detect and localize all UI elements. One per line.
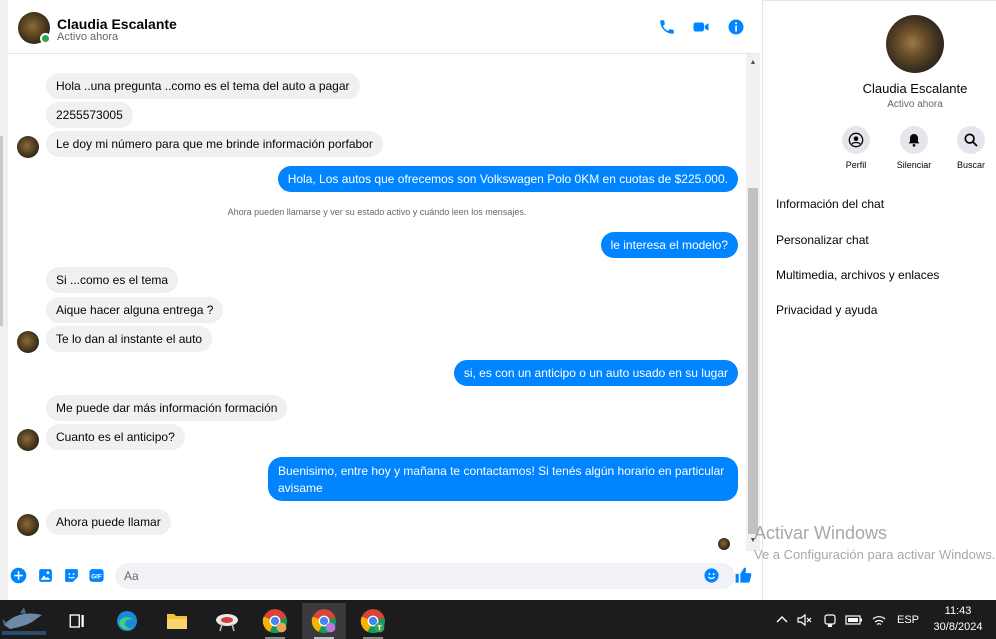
language-indicator[interactable]: ESP (894, 600, 922, 639)
file-explorer-icon[interactable] (155, 603, 199, 639)
bell-icon (908, 134, 920, 147)
message-incoming[interactable]: Hola ..una pregunta ..como es el tema de… (46, 73, 360, 99)
scrollbar-thumb[interactable] (748, 188, 758, 534)
message-outgoing[interactable]: Buenisimo, entre hoy y mañana te contact… (268, 457, 738, 501)
panel-top-border (763, 0, 996, 4)
edge-marker (0, 136, 3, 326)
chrome-profile-t-icon[interactable] (351, 603, 395, 639)
contact-status: Activo ahora (57, 31, 119, 43)
message-incoming[interactable]: 2255573005 (46, 102, 133, 128)
wifi-icon[interactable] (869, 600, 889, 639)
image-icon[interactable] (37, 567, 54, 584)
message-incoming[interactable]: Te lo dan al instante el auto (46, 326, 213, 352)
emoji-icon[interactable] (703, 567, 720, 584)
profile-action-label: Perfil (845, 160, 867, 170)
chrome-icon[interactable] (253, 603, 297, 639)
activation-watermark-subtitle: Ve a Configuración para activar Windows. (754, 547, 996, 562)
scroll-up-arrow-icon[interactable]: ▲ (746, 56, 760, 70)
panel-contact-name: Claudia Escalante (862, 81, 968, 96)
app-icon[interactable] (205, 603, 249, 639)
message-incoming[interactable]: Cuanto es el anticipo? (46, 424, 185, 450)
gif-label: GIF (91, 573, 102, 580)
edge-icon[interactable] (105, 603, 149, 639)
contact-large-avatar[interactable] (886, 15, 944, 73)
plus-icon[interactable] (10, 567, 27, 584)
window-left-edge (0, 0, 8, 600)
menu-privacy-help[interactable]: Privacidad y ayuda (776, 303, 877, 317)
profile-action[interactable]: Perfil (836, 126, 876, 170)
message-incoming[interactable]: Aique hacer alguna entrega ? (46, 297, 224, 323)
message-incoming[interactable]: Si ...como es el tema (46, 267, 179, 293)
like-icon[interactable] (734, 566, 753, 585)
gif-icon[interactable]: GIF (88, 567, 105, 584)
contact-mini-avatar (17, 514, 39, 536)
volume-muted-icon[interactable] (795, 600, 815, 639)
video-icon[interactable] (692, 18, 710, 36)
panel-contact-status: Activo ahora (887, 99, 943, 110)
menu-chat-info[interactable]: Información del chat (776, 197, 884, 211)
menu-customize-chat[interactable]: Personalizar chat (776, 233, 869, 247)
meet-now-icon[interactable] (820, 600, 840, 639)
chrome-profile-icon[interactable] (302, 603, 346, 639)
online-indicator (40, 33, 51, 44)
battery-icon[interactable] (844, 600, 864, 639)
message-outgoing[interactable]: Hola, Los autos que ofrecemos son Volksw… (277, 166, 738, 192)
shark-wallpaper-icon[interactable] (0, 600, 48, 639)
mute-action-label: Silenciar (896, 160, 932, 170)
message-outgoing[interactable]: si, es con un anticipo o un auto usado e… (453, 360, 738, 386)
search-action[interactable]: Buscar (951, 126, 991, 170)
message-incoming[interactable]: Me puede dar más información formación (46, 395, 288, 421)
message-list: Hola ..una pregunta ..como es el tema de… (8, 54, 746, 557)
conversation-details-panel: Claudia Escalante Activo ahora Perfil Si… (762, 0, 996, 600)
chat-header: Claudia Escalante Activo ahora (8, 0, 760, 54)
menu-media-files-links[interactable]: Multimedia, archivos y enlaces (776, 268, 939, 282)
system-notice: Ahora pueden llamarse y ver su estado ac… (227, 207, 527, 217)
messages-scrollbar[interactable]: ▲ ▼ (746, 54, 760, 551)
contact-mini-avatar (17, 136, 39, 158)
info-icon[interactable] (727, 18, 745, 36)
mute-action[interactable]: Silenciar (894, 126, 934, 170)
profile-icon (848, 132, 864, 148)
seen-receipt-avatar (718, 538, 730, 550)
search-action-label: Buscar (956, 160, 985, 170)
message-outgoing[interactable]: le interesa el modelo? (600, 232, 738, 258)
clock-time: 11:43 (944, 605, 972, 617)
search-icon (964, 133, 978, 147)
contact-mini-avatar (17, 331, 39, 353)
tray-overflow-chevron-icon[interactable] (772, 600, 792, 639)
taskbar-clock[interactable]: 11:43 30/8/2024 (928, 603, 988, 635)
contact-name[interactable]: Claudia Escalante (57, 16, 177, 32)
message-input[interactable] (115, 563, 735, 589)
message-incoming[interactable]: Le doy mi número para que me brinde info… (46, 131, 383, 157)
contact-mini-avatar (17, 429, 39, 451)
clock-date: 30/8/2024 (933, 621, 983, 633)
windows-taskbar: ESP 11:43 30/8/2024 (0, 600, 996, 639)
sticker-icon[interactable] (63, 567, 80, 584)
activation-watermark-title: Activar Windows (754, 523, 888, 543)
message-composer: GIF (8, 557, 760, 597)
phone-icon[interactable] (658, 18, 676, 36)
task-view-icon[interactable] (55, 603, 99, 639)
message-incoming[interactable]: Ahora puede llamar (46, 509, 171, 535)
